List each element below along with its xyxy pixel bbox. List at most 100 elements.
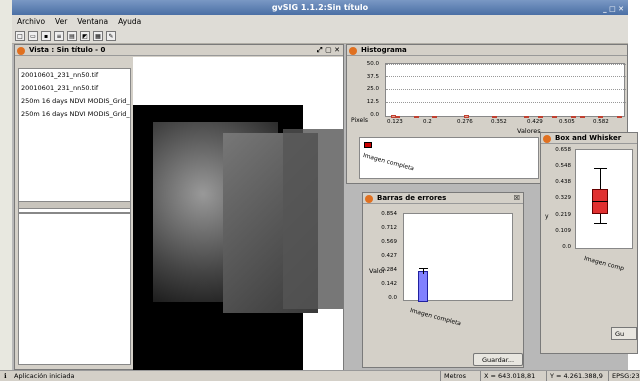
toolbar: □ ▭ ▪ ≡ ▤ ◩ ▦ ✎ xyxy=(12,29,628,44)
chart-icon xyxy=(349,47,357,55)
x-axis-label: Imagen completa xyxy=(409,307,462,328)
toc-panel: 20010601_231_nn50.tif 20010601_231_nn50.… xyxy=(18,68,131,213)
pin-icon[interactable]: ✎ xyxy=(106,31,116,41)
toc-horizontal-scrollbar[interactable] xyxy=(18,201,131,209)
y-tick: 0.109 xyxy=(555,228,571,234)
mdi-desktop: Vista : Sin título - 0 ⤢ ▢ ✕ 20010601_231… xyxy=(12,44,638,371)
y-tick: 0.438 xyxy=(555,179,571,185)
x-tick: 0.2 xyxy=(423,119,432,125)
y-axis-label: Pixels xyxy=(351,117,369,124)
chart-icon xyxy=(543,135,551,143)
y-tick: 0.219 xyxy=(555,212,571,218)
y-tick: 12.5 xyxy=(366,99,379,105)
menu-archivo[interactable]: Archivo xyxy=(12,15,50,29)
new-icon[interactable]: □ xyxy=(15,31,25,41)
y-tick: 0.569 xyxy=(381,239,397,245)
error-cap xyxy=(419,267,428,269)
error-bar xyxy=(418,271,428,302)
map-canvas[interactable] xyxy=(133,57,343,371)
y-tick: 0.854 xyxy=(381,211,397,217)
errorbars-titlebar: Barras de errores ☒ xyxy=(363,193,523,204)
boxwhisker-plot xyxy=(575,149,633,249)
histogram-bar xyxy=(464,114,470,118)
whisker-cap xyxy=(594,222,607,224)
x-tick: 0.505 xyxy=(559,119,575,125)
histogram-bar xyxy=(598,116,604,118)
legend-label: Imagen completa xyxy=(362,152,415,173)
x-tick: 0.352 xyxy=(491,119,507,125)
view-window-buttons[interactable]: ⤢ ▢ ✕ xyxy=(317,45,340,56)
x-tick: 0.429 xyxy=(527,119,543,125)
histogram-plot xyxy=(385,63,626,118)
save-button[interactable]: Gu xyxy=(611,327,637,340)
x-tick: 0.123 xyxy=(387,119,403,125)
layers-icon[interactable]: ≡ xyxy=(54,31,64,41)
boxwhisker-marks xyxy=(576,150,634,250)
print-icon[interactable]: ▤ xyxy=(67,31,77,41)
boxwhisker-window: Box and Whisker 0.658 0.548 0.438 0.329 … xyxy=(540,132,638,354)
toc-layer[interactable]: 20010601_231_nn50.tif xyxy=(19,82,130,95)
y-tick: 0.0 xyxy=(388,295,397,301)
errorbars-window: Barras de errores ☒ 0.854 0.712 0.569 0.4… xyxy=(362,192,524,368)
toc-layer[interactable]: 250m 16 days NDVI MODIS_Grid_16Da xyxy=(19,95,130,108)
y-axis-label: y xyxy=(545,213,549,220)
raster-layer xyxy=(283,129,343,309)
errorbars-title: Barras de errores xyxy=(377,194,447,202)
histogram-bar xyxy=(538,116,544,118)
x-tick: 0.582 xyxy=(593,119,609,125)
histogram-title: Histograma xyxy=(361,46,407,54)
y-tick: 0.658 xyxy=(555,147,571,153)
view-icon xyxy=(17,47,25,55)
y-tick: 0.142 xyxy=(381,281,397,287)
close-icon[interactable]: ☒ xyxy=(514,193,520,204)
legend-swatch xyxy=(364,142,372,148)
y-tick: 25.0 xyxy=(366,86,379,92)
y-tick: 50.0 xyxy=(366,61,379,67)
histogram-bar xyxy=(395,115,401,118)
boxwhisker-title: Box and Whisker xyxy=(555,134,622,142)
y-tick: 0.329 xyxy=(555,195,571,201)
view-title: Vista : Sin título - 0 xyxy=(29,46,106,54)
histogram-bar xyxy=(616,116,622,118)
toc-layer[interactable]: 250m 16 days NDVI MODIS_Grid_16Da xyxy=(19,108,130,121)
x-axis-label: Imagen comp xyxy=(583,255,625,273)
histogram-bars xyxy=(386,64,626,118)
menu-ver[interactable]: Ver xyxy=(50,15,72,29)
view-window: Vista : Sin título - 0 ⤢ ▢ ✕ 20010601_231… xyxy=(14,44,344,371)
histogram-bar xyxy=(552,116,558,118)
y-axis-label: Valor xyxy=(369,267,386,275)
y-tick: 0.548 xyxy=(555,163,571,169)
view-icon[interactable]: ◩ xyxy=(80,31,90,41)
view-window-titlebar: Vista : Sin título - 0 ⤢ ▢ ✕ xyxy=(15,45,343,56)
menu-ventana[interactable]: Ventana xyxy=(72,15,113,29)
histogram-bar xyxy=(432,115,438,118)
save-button[interactable]: Guardar... xyxy=(473,353,523,366)
locator-map[interactable] xyxy=(18,213,131,365)
histogram-bar xyxy=(413,115,419,118)
histogram-legend: Imagen completa xyxy=(359,137,539,179)
app-title: gvSIG 1.1.2:Sin título xyxy=(271,3,369,12)
errorbars-marks xyxy=(404,214,514,302)
errorbars-plot xyxy=(403,213,514,302)
y-tick: 37.5 xyxy=(366,74,379,80)
median-line xyxy=(592,201,608,203)
y-tick: 0.712 xyxy=(381,225,397,231)
menu-bar: Archivo Ver Ventana Ayuda xyxy=(12,15,628,29)
histogram-bar xyxy=(579,116,585,118)
open-icon[interactable]: ▭ xyxy=(28,31,38,41)
table-icon[interactable]: ▦ xyxy=(93,31,103,41)
boxwhisker-titlebar: Box and Whisker xyxy=(541,133,637,144)
whisker-cap xyxy=(594,167,607,169)
menu-ayuda[interactable]: Ayuda xyxy=(113,15,146,29)
y-tick: 0.427 xyxy=(381,253,397,259)
histogram-bar xyxy=(570,116,576,118)
toc-layer[interactable]: 20010601_231_nn50.tif xyxy=(19,69,130,82)
x-axis-label: Valores xyxy=(517,127,541,135)
histogram-titlebar: Histograma xyxy=(347,45,627,56)
y-tick: 0.0 xyxy=(562,244,571,250)
histogram-bar xyxy=(492,115,498,118)
save-icon[interactable]: ▪ xyxy=(41,31,51,41)
chart-icon xyxy=(365,195,373,203)
x-tick: 0.276 xyxy=(457,119,473,125)
histogram-bar xyxy=(524,116,530,118)
